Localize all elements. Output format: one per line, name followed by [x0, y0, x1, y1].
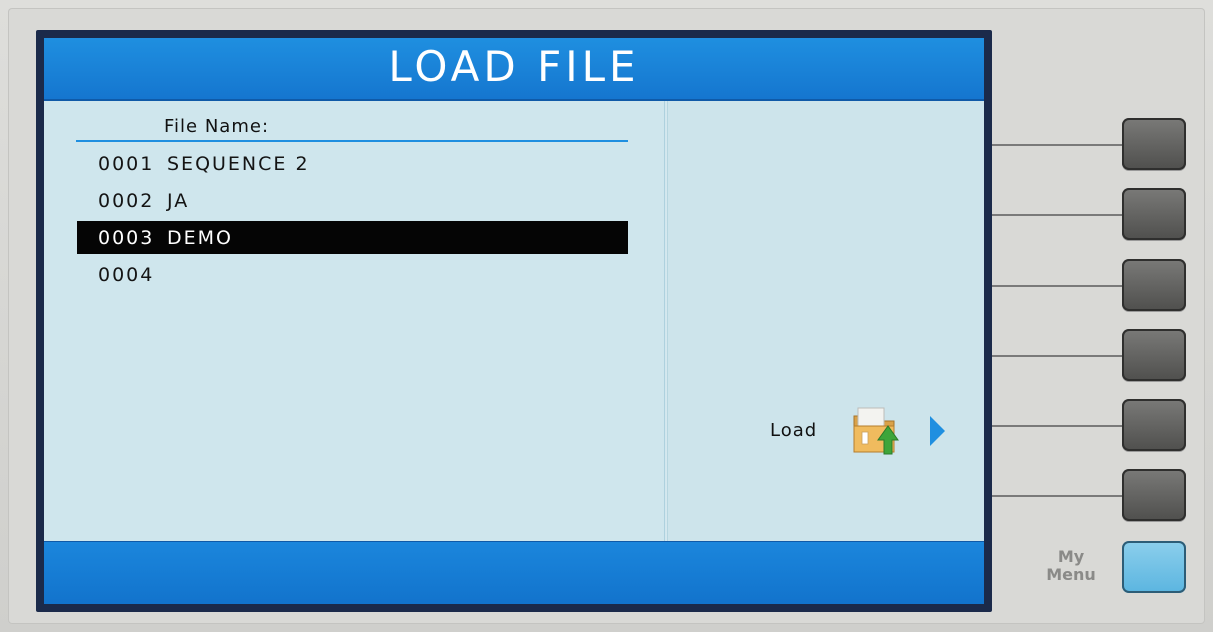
my-menu-label-line1: My — [1057, 547, 1085, 566]
file-name: DEMO — [167, 227, 233, 249]
folder-load-icon — [853, 407, 899, 455]
softkey-5-load[interactable] — [1122, 399, 1186, 451]
file-row[interactable]: 0001 SEQUENCE 2 — [77, 147, 628, 180]
file-row-selected[interactable]: 0003 DEMO — [77, 221, 628, 254]
file-name: SEQUENCE 2 — [167, 153, 310, 175]
header-underline — [76, 140, 628, 142]
softkey-3[interactable] — [1122, 259, 1186, 311]
softkey-4[interactable] — [1122, 329, 1186, 381]
softkey-label-pane — [668, 101, 984, 541]
softkey-leader-line — [992, 425, 1124, 427]
file-row[interactable]: 0004 — [77, 258, 628, 291]
page-title: LOAD FILE — [388, 42, 640, 91]
file-row[interactable]: 0002 JA — [77, 184, 628, 217]
softkey-1[interactable] — [1122, 118, 1186, 170]
file-number: 0003 — [98, 227, 155, 249]
display-screen: LOAD FILE File Name: 0001 SEQUENCE 2 000… — [44, 38, 984, 604]
file-number: 0004 — [98, 264, 155, 286]
my-menu-button[interactable] — [1122, 541, 1186, 593]
my-menu-label: My Menu — [1040, 548, 1102, 584]
file-name: JA — [167, 190, 190, 212]
arrow-right-icon — [930, 416, 945, 446]
title-bar: LOAD FILE — [44, 38, 984, 101]
softkey-leader-line — [992, 495, 1124, 497]
file-number: 0001 — [98, 153, 155, 175]
softkey-6[interactable] — [1122, 469, 1186, 521]
softkey-leader-line — [992, 355, 1124, 357]
file-name-header: File Name: — [164, 116, 270, 137]
softkey-leader-line — [992, 285, 1124, 287]
my-menu-label-line2: Menu — [1046, 565, 1096, 584]
load-softkey-label: Load — [770, 420, 818, 441]
status-bar — [44, 541, 984, 604]
softkey-2[interactable] — [1122, 188, 1186, 240]
softkey-leader-line — [992, 144, 1124, 146]
softkey-leader-line — [992, 214, 1124, 216]
file-number: 0002 — [98, 190, 155, 212]
